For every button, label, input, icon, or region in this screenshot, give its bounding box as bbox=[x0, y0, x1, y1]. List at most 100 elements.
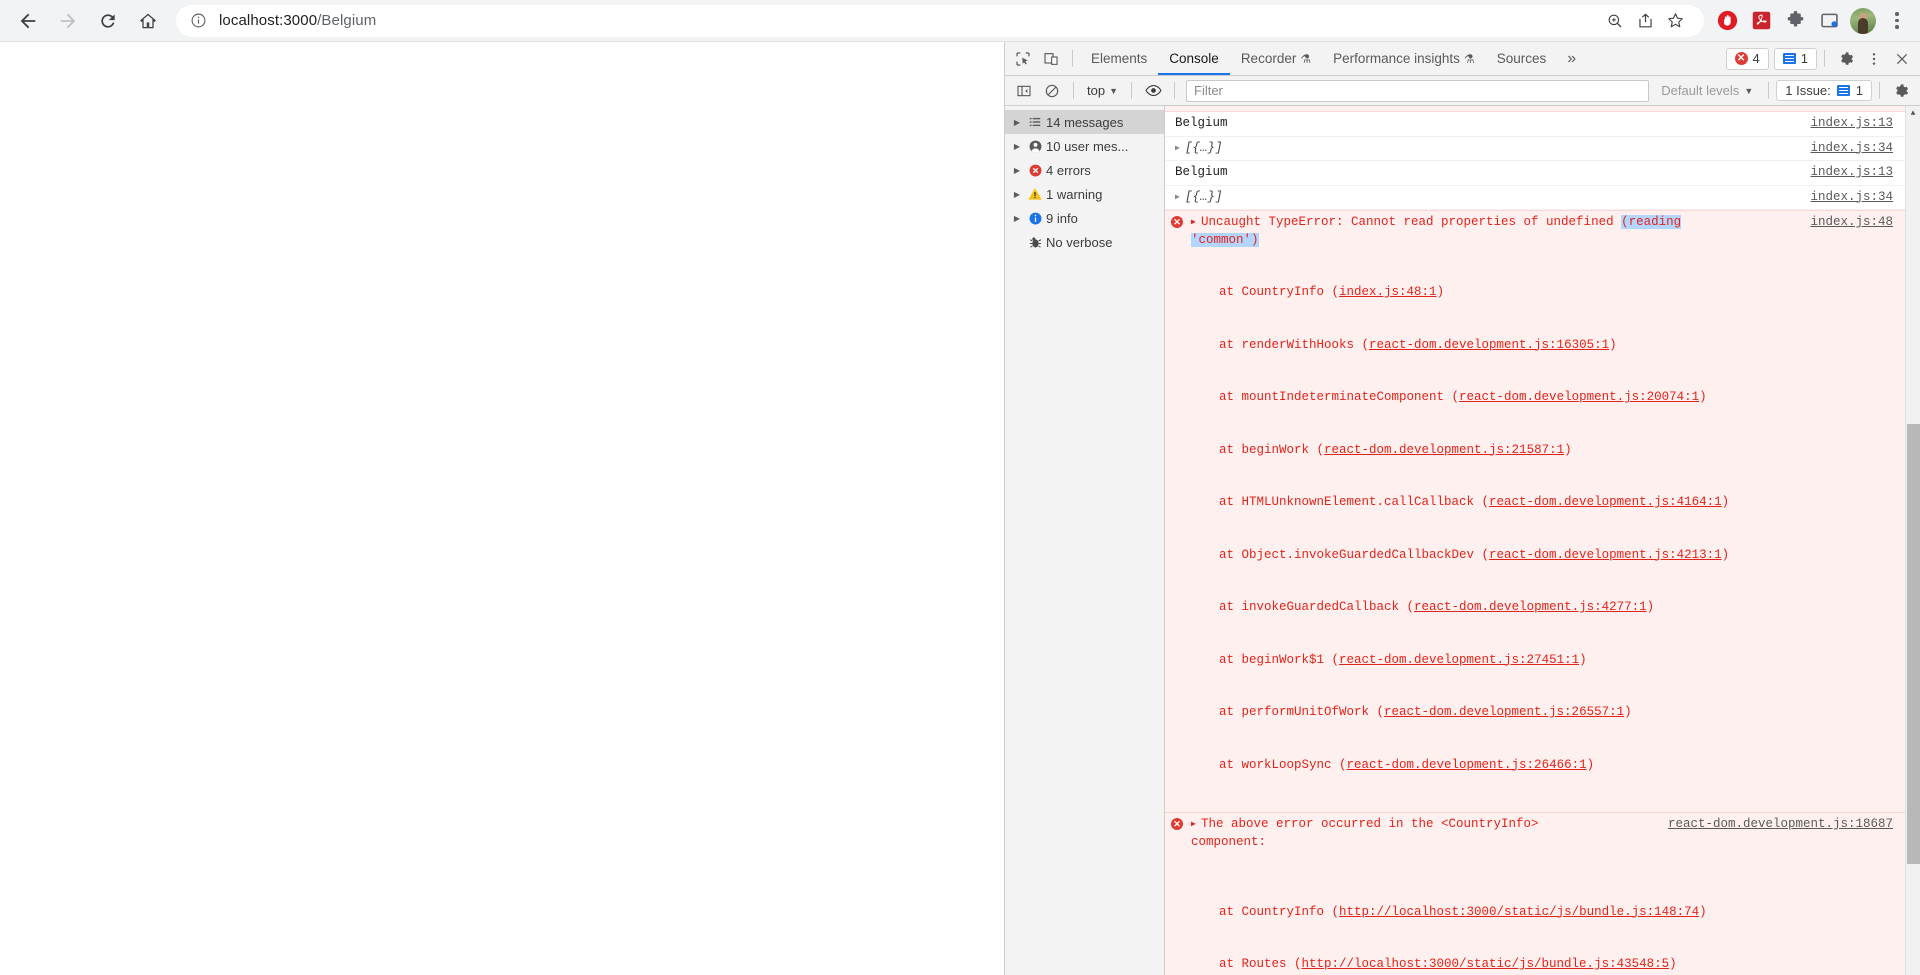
eye-icon bbox=[1144, 84, 1162, 97]
devtools-close-button[interactable] bbox=[1888, 45, 1916, 73]
source-link[interactable]: index.js:34 bbox=[1810, 140, 1893, 158]
share-button[interactable] bbox=[1630, 6, 1660, 36]
home-button[interactable] bbox=[130, 3, 166, 39]
devtools-settings-button[interactable] bbox=[1832, 45, 1860, 73]
devtools-menu-button[interactable] bbox=[1860, 45, 1888, 73]
source-link[interactable]: index.js:48 bbox=[1810, 214, 1893, 232]
console-message-log[interactable]: Belgium index.js:13 bbox=[1165, 161, 1905, 186]
expand-triangle-icon[interactable]: ▶ bbox=[1175, 189, 1185, 207]
stack-source-link[interactable]: react-dom.development.js:16305:1 bbox=[1369, 338, 1609, 352]
expand-triangle-icon[interactable]: ▶ bbox=[1010, 190, 1024, 199]
address-bar[interactable]: localhost:3000/Belgium bbox=[176, 4, 1704, 37]
stack-source-link[interactable]: react-dom.development.js:4213:1 bbox=[1489, 548, 1722, 562]
stack-source-link[interactable]: http://localhost:3000/static/js/bundle.j… bbox=[1339, 905, 1699, 919]
scrollbar-thumb[interactable] bbox=[1907, 424, 1920, 864]
sidebar-item-user-messages[interactable]: ▶ 10 user mes... bbox=[1005, 134, 1164, 158]
log-levels-selector[interactable]: Default levels ▼ bbox=[1653, 83, 1761, 98]
console-message-object[interactable]: ▶ [{…}] index.js:34 bbox=[1165, 137, 1905, 161]
console-filter-input[interactable] bbox=[1186, 79, 1650, 102]
expand-triangle-icon[interactable]: ▶ bbox=[1010, 118, 1024, 127]
tab-recorder[interactable]: Recorder ⚗ bbox=[1230, 42, 1322, 75]
stack-source-link[interactable]: index.js:48:1 bbox=[1339, 285, 1437, 299]
forward-arrow-icon bbox=[60, 13, 76, 28]
console-message-log[interactable]: Belgium index.js:13 bbox=[1165, 112, 1905, 137]
stack-source-link[interactable]: react-dom.development.js:27451:1 bbox=[1339, 653, 1579, 667]
expand-triangle-icon[interactable]: ▶ bbox=[1175, 140, 1185, 158]
sidebar-item-warnings[interactable]: ▶ 1 warning bbox=[1005, 182, 1164, 206]
stack-source-link[interactable]: react-dom.development.js:4164:1 bbox=[1489, 495, 1722, 509]
stack-fn: at workLoopSync ( bbox=[1219, 757, 1347, 772]
sidebar-item-errors[interactable]: ▶ 4 errors bbox=[1005, 158, 1164, 182]
console-sidebar-toggle[interactable] bbox=[1010, 77, 1038, 105]
error-count-badge[interactable]: ✕ 4 bbox=[1725, 47, 1769, 70]
tab-elements[interactable]: Elements bbox=[1080, 42, 1158, 75]
expand-triangle-icon[interactable]: ▶ bbox=[1191, 214, 1201, 232]
source-link[interactable]: index.js:13 bbox=[1810, 115, 1893, 133]
stack-source-link[interactable]: http://localhost:3000/static/js/bundle.j… bbox=[1302, 957, 1670, 971]
chrome-menu-button[interactable] bbox=[1880, 2, 1914, 40]
stack-fn: at beginWork ( bbox=[1219, 442, 1325, 457]
sidebar-item-verbose[interactable]: No verbose bbox=[1005, 230, 1164, 254]
message-count-badge[interactable]: 1 bbox=[1773, 47, 1817, 70]
message-text: Belgium bbox=[1175, 116, 1228, 130]
execution-context-selector[interactable]: top ▼ bbox=[1081, 80, 1124, 102]
sidebar-item-info[interactable]: ▶ 9 info bbox=[1005, 206, 1164, 230]
more-tabs-button[interactable]: » bbox=[1557, 42, 1586, 75]
stack-tail: ) bbox=[1579, 652, 1587, 667]
tab-performance-insights[interactable]: Performance insights ⚗ bbox=[1322, 42, 1486, 75]
warning-icon bbox=[1024, 186, 1046, 202]
message-count: 1 bbox=[1800, 51, 1808, 66]
object-preview[interactable]: [{…}] bbox=[1185, 141, 1223, 155]
console-toolbar: top ▼ Default levels ▼ 1 Issue: 1 bbox=[1005, 76, 1920, 106]
expand-triangle-icon[interactable]: ▶ bbox=[1010, 166, 1024, 175]
stack-source-link[interactable]: react-dom.development.js:21587:1 bbox=[1324, 443, 1564, 457]
tab-sources[interactable]: Sources bbox=[1486, 42, 1558, 75]
console-error-2[interactable]: ✕ react-dom.development.js:18687 ▶ The ab… bbox=[1165, 813, 1905, 975]
device-toolbar-button[interactable] bbox=[1037, 45, 1065, 73]
expand-triangle-icon[interactable]: ▶ bbox=[1010, 214, 1024, 223]
live-expression-button[interactable] bbox=[1139, 77, 1167, 105]
issues-badge[interactable]: 1 Issue: 1 bbox=[1776, 80, 1872, 101]
stack-source-link[interactable]: react-dom.development.js:26466:1 bbox=[1347, 758, 1587, 772]
console-message-object[interactable]: ▶ [{…}] index.js:34 bbox=[1165, 186, 1905, 210]
sidebar-item-label: 4 errors bbox=[1046, 162, 1091, 178]
bookmark-button[interactable] bbox=[1660, 6, 1690, 36]
error-icon: ✕ bbox=[1171, 216, 1183, 228]
zoom-button[interactable] bbox=[1600, 6, 1630, 36]
console-error-1[interactable]: ✕ index.js:48 ▶ Uncaught TypeError: Canno… bbox=[1165, 210, 1905, 813]
stack-frame: at renderWithHooks (react-dom.developmen… bbox=[1219, 337, 1905, 355]
clear-console-button[interactable] bbox=[1038, 77, 1066, 105]
issues-count: 1 bbox=[1855, 83, 1863, 98]
stack-source-link[interactable]: react-dom.development.js:20074:1 bbox=[1459, 390, 1699, 404]
adblock-extension-icon[interactable] bbox=[1710, 4, 1744, 38]
expand-triangle-icon[interactable]: ▶ bbox=[1010, 142, 1024, 151]
pdf-extension-icon[interactable] bbox=[1744, 4, 1778, 38]
stack-source-link[interactable]: react-dom.development.js:26557:1 bbox=[1384, 705, 1624, 719]
source-link[interactable]: react-dom.development.js:18687 bbox=[1668, 816, 1893, 834]
sidebar-item-messages[interactable]: ▶ 14 messages bbox=[1005, 110, 1164, 134]
error-title: ▶ Uncaught TypeError: Cannot read propert… bbox=[1191, 214, 1905, 249]
console-output[interactable]: Belgium index.js:13 ▶ [{…}] index.js:34 B… bbox=[1165, 106, 1920, 975]
stack-source-link[interactable]: react-dom.development.js:4277:1 bbox=[1414, 600, 1647, 614]
expand-triangle-icon[interactable]: ▶ bbox=[1191, 816, 1201, 834]
console-scrollbar[interactable]: ▲ bbox=[1905, 106, 1920, 975]
chevron-down-icon: ▼ bbox=[1109, 85, 1118, 96]
back-button[interactable] bbox=[10, 3, 46, 39]
page-viewport bbox=[0, 42, 1004, 975]
site-info-icon[interactable] bbox=[190, 12, 207, 29]
avatar[interactable] bbox=[1846, 4, 1880, 38]
inspect-element-button[interactable] bbox=[1009, 45, 1037, 73]
tab-console[interactable]: Console bbox=[1158, 42, 1230, 75]
list-icon bbox=[1024, 115, 1046, 129]
stack-fn: at CountryInfo ( bbox=[1219, 285, 1340, 299]
source-link[interactable]: index.js:13 bbox=[1810, 164, 1893, 182]
forward-button[interactable] bbox=[50, 3, 86, 39]
picture-in-picture-icon[interactable] bbox=[1812, 4, 1846, 38]
source-link[interactable]: index.js:34 bbox=[1810, 189, 1893, 207]
puzzle-extensions-icon[interactable] bbox=[1778, 4, 1812, 38]
object-preview[interactable]: [{…}] bbox=[1185, 190, 1223, 204]
console-settings-button[interactable] bbox=[1887, 77, 1915, 105]
reload-button[interactable] bbox=[90, 3, 126, 39]
scroll-up-arrow-icon[interactable]: ▲ bbox=[1906, 106, 1920, 121]
stack-tail: ) bbox=[1436, 285, 1445, 299]
